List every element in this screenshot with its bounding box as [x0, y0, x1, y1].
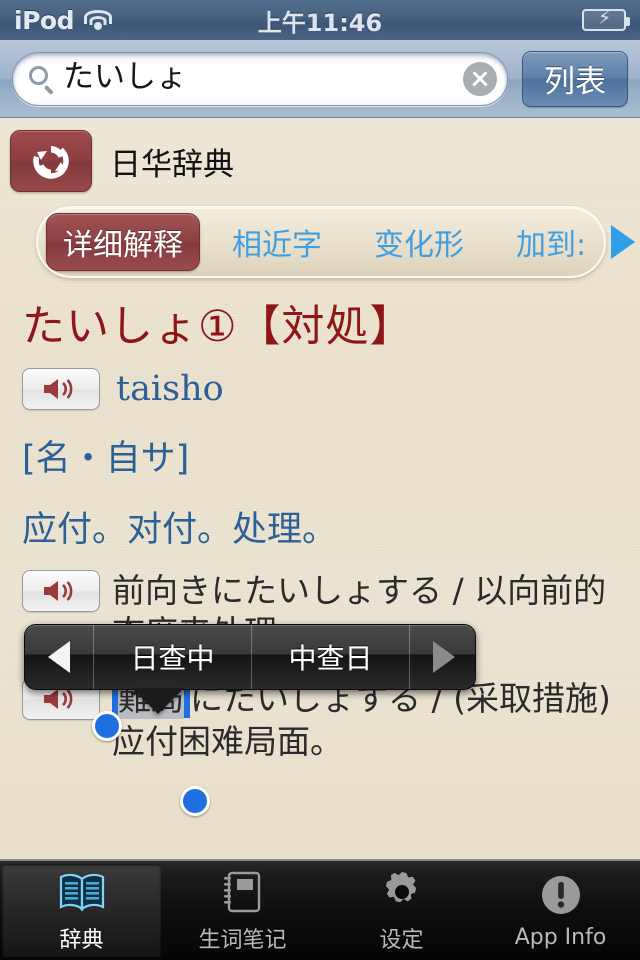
status-bar-right: ⚡ [440, 9, 640, 31]
speaker-icon [41, 376, 81, 402]
tabbar-label-vocab-notes: 生词笔记 [198, 927, 287, 953]
tab-detailed-explanation[interactable]: 详细解释 [46, 213, 200, 271]
tab-add-to[interactable]: 加到: [490, 213, 604, 271]
selection-handle-end[interactable] [180, 786, 210, 816]
carrier-label: iPod [14, 5, 74, 35]
romaji-row: taisho [22, 368, 622, 410]
speaker-button-headword[interactable] [22, 368, 100, 410]
refresh-icon [29, 139, 73, 183]
popup-prev-button[interactable] [25, 625, 93, 689]
tabbar-item-app-info[interactable]: App Info [481, 861, 640, 960]
popup-tail [132, 688, 184, 714]
entry-tab-strip: 详细解释 相近字 变化形 加到: [36, 206, 640, 278]
info-exclamation-icon [535, 871, 587, 919]
gear-icon [376, 868, 428, 916]
speaker-icon [41, 686, 81, 712]
entry-romaji: taisho [116, 369, 224, 409]
tab-similar-characters[interactable]: 相近字 [206, 213, 348, 271]
popup-item-cn-to-jp[interactable]: 中查日 [251, 625, 409, 689]
notebook-icon [217, 868, 269, 916]
triangle-right-icon [432, 641, 455, 673]
entry-tabs: 详细解释 相近字 变化形 加到: [36, 206, 606, 278]
search-icon [29, 65, 55, 95]
dictionary-entry: たいしょ①【対処】 taisho [名・自サ] 应付。对付。处理。 前向きにたい… [0, 278, 640, 763]
wifi-icon [83, 9, 113, 31]
chevron-right-icon[interactable] [606, 220, 640, 264]
tabbar-label-settings: 设定 [379, 927, 424, 953]
tab-inflections[interactable]: 变化形 [348, 213, 490, 271]
tabbar-item-dictionary[interactable]: 辞典 [2, 864, 161, 957]
popup-item-jp-to-cn[interactable]: 日查中 [93, 625, 251, 689]
status-bar-left: iPod [0, 6, 200, 35]
tabbar-label-dictionary: 辞典 [59, 927, 104, 953]
search-bar: たいしょ 列表 [0, 40, 640, 118]
search-input-value: たいしょ [63, 58, 187, 95]
status-bar-clock: 上午11:46 [257, 8, 383, 37]
content-area: 日华辞典 详细解释 相近字 变化形 加到: たいしょ①【対処】 taisho [… [0, 118, 640, 860]
tabbar-label-app-info: App Info [514, 925, 607, 950]
selection-popup-menu: 日查中 中查日 [24, 624, 476, 690]
speaker-icon [41, 578, 81, 604]
bottom-tab-bar: 辞典 生词笔记 设定 App Info [0, 859, 640, 960]
speaker-button-example-1[interactable] [22, 570, 100, 612]
popup-next-button[interactable] [409, 625, 475, 689]
list-button[interactable]: 列表 [522, 50, 628, 107]
entry-definitions: 应付。对付。处理。 [22, 510, 338, 550]
open-book-icon [56, 868, 108, 916]
triangle-left-icon [48, 641, 70, 673]
entry-part-of-speech: [名・自サ] [22, 439, 190, 479]
dictionary-name: 日华辞典 [110, 146, 234, 183]
status-bar: iPod 上午11:46 ⚡ [0, 0, 640, 40]
tabbar-item-settings[interactable]: 设定 [322, 861, 481, 960]
selection-handle-start[interactable] [92, 711, 122, 741]
search-input[interactable]: たいしょ [12, 51, 508, 106]
clear-icon[interactable] [463, 61, 497, 96]
entry-headword: たいしょ①【対処】 [22, 302, 414, 352]
dictionary-header: 日华辞典 [0, 118, 640, 192]
battery-charging-icon: ⚡ [582, 9, 630, 31]
refresh-button[interactable] [10, 130, 92, 192]
example-text-2: 難局 にたいしょする / (采取措施)应付困难局面。 [112, 678, 622, 762]
tabbar-item-vocab-notes[interactable]: 生词笔记 [163, 861, 322, 960]
